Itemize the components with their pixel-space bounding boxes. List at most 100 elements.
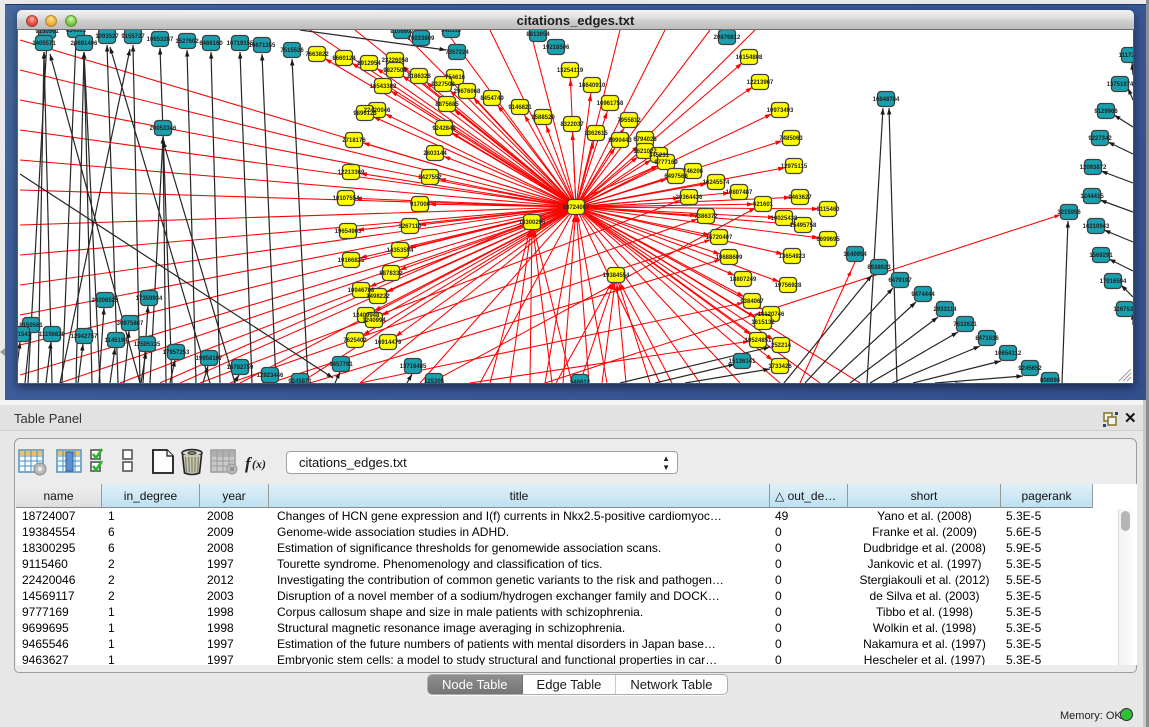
svg-text:9457791: 9457791 [329, 362, 353, 368]
svg-text:8427552: 8427552 [418, 175, 442, 181]
svg-text:7357224: 7357224 [445, 50, 469, 56]
svg-text:7663822: 7663822 [305, 52, 329, 58]
svg-text:1093527: 1093527 [95, 34, 119, 40]
svg-text:1569291: 1569291 [1089, 253, 1113, 259]
svg-text:391541: 391541 [18, 332, 32, 338]
svg-text:1117205: 1117205 [1119, 53, 1133, 59]
svg-text:19654963: 19654963 [335, 229, 362, 235]
svg-text:17957253: 17957253 [163, 350, 190, 356]
svg-text:2718176: 2718176 [342, 138, 366, 144]
svg-text:12923446: 12923446 [257, 373, 284, 379]
svg-text:1240994: 1240994 [362, 318, 386, 324]
svg-text:125305: 125305 [424, 379, 445, 383]
svg-text:19524851: 19524851 [745, 338, 772, 344]
svg-text:7625402: 7625402 [343, 338, 367, 344]
svg-text:15720407: 15720407 [706, 235, 733, 241]
svg-text:17359934: 17359934 [136, 296, 163, 302]
svg-text:7485063: 7485063 [779, 136, 803, 142]
svg-text:(x): (x) [252, 457, 266, 471]
svg-text:13654923: 13654923 [779, 254, 806, 260]
svg-text:917006: 917006 [410, 202, 431, 208]
svg-text:19958167: 19958167 [196, 356, 223, 362]
svg-text:16543382: 16543382 [370, 84, 397, 90]
svg-text:9474444: 9474444 [911, 292, 935, 298]
svg-text:946516: 946516 [441, 30, 462, 34]
svg-text:16120746: 16120746 [758, 312, 785, 318]
svg-text:10807487: 10807487 [726, 190, 753, 196]
svg-text:548612: 548612 [570, 380, 591, 383]
svg-text:9129966: 9129966 [1094, 109, 1118, 115]
svg-text:18300295: 18300295 [519, 220, 546, 226]
svg-text:2933114: 2933114 [933, 307, 957, 313]
svg-text:7955812: 7955812 [617, 118, 641, 124]
svg-text:9827509: 9827509 [383, 68, 407, 74]
svg-text:9777169: 9777169 [654, 160, 678, 166]
svg-text:9227342: 9227342 [1088, 136, 1112, 142]
svg-text:8875685: 8875685 [435, 102, 459, 108]
svg-text:1640954: 1640954 [843, 252, 867, 258]
svg-text:3215956: 3215956 [1057, 210, 1081, 216]
svg-text:19166825: 19166825 [338, 258, 365, 264]
svg-text:8106607: 8106607 [390, 30, 414, 35]
svg-text:1362615: 1362615 [584, 131, 608, 137]
svg-text:1244415: 1244415 [1080, 194, 1104, 200]
svg-text:8186328: 8186328 [407, 74, 431, 80]
svg-text:7632621: 7632621 [953, 322, 977, 328]
svg-text:16033809: 16033809 [408, 36, 435, 42]
svg-text:20206526: 20206526 [92, 298, 119, 304]
svg-text:10025438: 10025438 [771, 216, 798, 222]
svg-text:12093872: 12093872 [1080, 165, 1107, 171]
svg-text:19218506: 19218506 [543, 45, 570, 51]
svg-text:12942757: 12942757 [71, 334, 98, 340]
svg-text:8990443: 8990443 [608, 138, 632, 144]
svg-text:7515526: 7515526 [280, 48, 304, 54]
svg-text:23226058: 23226058 [382, 58, 409, 64]
svg-text:13716485: 13716485 [400, 364, 427, 370]
svg-text:16245574: 16245574 [703, 180, 730, 186]
svg-text:20876812: 20876812 [714, 35, 741, 41]
svg-text:18724007: 18724007 [563, 205, 590, 211]
svg-text:11156829: 11156829 [39, 332, 66, 338]
svg-text:12213369: 12213369 [338, 170, 365, 176]
svg-text:10107554: 10107554 [333, 196, 360, 202]
svg-text:10654112: 10654112 [995, 351, 1022, 357]
svg-text:6479197: 6479197 [888, 278, 912, 284]
svg-text:252214: 252214 [771, 343, 792, 349]
svg-text:29676068: 29676068 [454, 89, 481, 95]
svg-text:16210943: 16210943 [1083, 224, 1110, 230]
svg-text:12975115: 12975115 [781, 164, 808, 170]
svg-text:9242848: 9242848 [432, 126, 456, 132]
svg-text:8150561: 8150561 [19, 323, 43, 329]
svg-text:9384067: 9384067 [740, 299, 764, 305]
svg-text:3267110: 3267110 [398, 224, 422, 230]
svg-text:1145194: 1145194 [104, 338, 128, 344]
svg-text:16671355: 16671355 [249, 43, 276, 49]
svg-text:1733426: 1733426 [768, 364, 792, 370]
svg-text:6466160: 6466160 [199, 41, 223, 47]
svg-text:9146821: 9146821 [508, 105, 532, 111]
svg-text:19384554: 19384554 [603, 273, 630, 279]
svg-text:30975867: 30975867 [117, 321, 144, 327]
svg-text:14353594: 14353594 [387, 248, 414, 254]
svg-text:10653287: 10653287 [147, 37, 174, 43]
svg-text:9896123: 9896123 [353, 111, 377, 117]
svg-text:10688609: 10688609 [716, 255, 743, 261]
svg-text:16648784: 16648784 [873, 97, 900, 103]
svg-text:16914479: 16914479 [375, 340, 402, 346]
svg-text:1588520: 1588520 [531, 115, 555, 121]
svg-text:20691406: 20691406 [71, 41, 98, 47]
svg-text:621601: 621601 [753, 202, 774, 208]
svg-text:8322037: 8322037 [560, 122, 584, 128]
svg-text:10973493: 10973493 [767, 108, 794, 114]
svg-text:16961758: 16961758 [597, 101, 624, 107]
svg-text:13254119: 13254119 [557, 68, 584, 74]
svg-text:17016504: 17016504 [1100, 279, 1127, 285]
svg-text:8813054: 8813054 [526, 32, 550, 38]
svg-text:8912954: 8912954 [357, 61, 381, 67]
svg-text:834501: 834501 [66, 30, 87, 34]
svg-text:6699695: 6699695 [816, 237, 840, 243]
svg-text:1527602: 1527602 [175, 39, 199, 45]
svg-text:9463627: 9463627 [788, 195, 812, 201]
svg-text:16154808: 16154808 [736, 55, 763, 61]
svg-text:9327508: 9327508 [431, 82, 455, 88]
